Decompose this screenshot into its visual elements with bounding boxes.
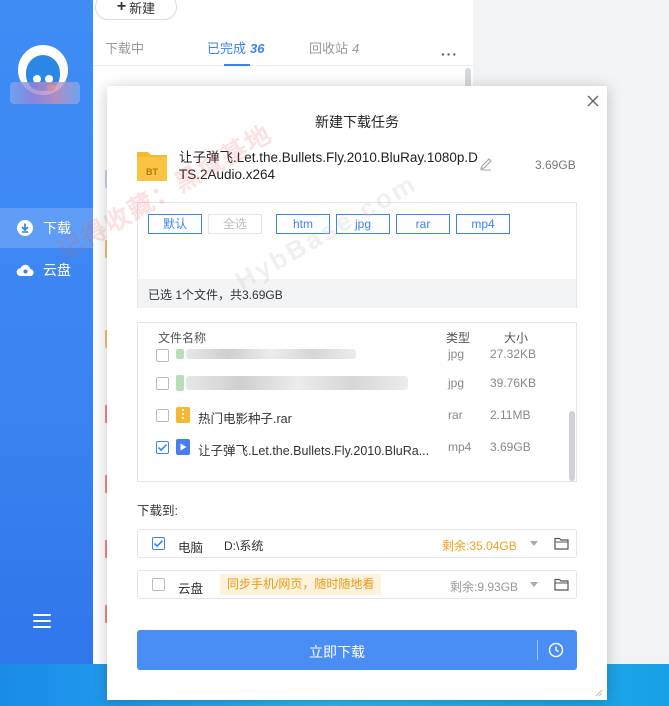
file-type: jpg bbox=[448, 376, 465, 390]
file-type: jpg bbox=[448, 347, 465, 361]
chevron-down-icon[interactable] bbox=[530, 582, 538, 587]
file-list-scrollbar[interactable] bbox=[569, 411, 575, 481]
tab-count: 36 bbox=[250, 41, 265, 56]
plus-icon: + bbox=[116, 0, 127, 15]
destination-checkbox[interactable] bbox=[152, 578, 165, 591]
blurred-file-name bbox=[186, 349, 356, 359]
tab-count: 4 bbox=[352, 41, 360, 56]
file-size: 39.76KB bbox=[490, 376, 537, 390]
file-row[interactable]: 让子弹飞.Let.the.Bullets.Fly.2010.BluRa... m… bbox=[138, 432, 568, 462]
tab-recycle-bin[interactable]: 回收站 4 bbox=[309, 38, 359, 57]
file-row[interactable]: jpg 39.76KB bbox=[138, 368, 568, 398]
video-file-icon bbox=[176, 439, 190, 455]
destination-path: D:\系统 bbox=[224, 539, 264, 553]
file-size: 3.69GB bbox=[490, 440, 531, 454]
tab-completed[interactable]: 已完成 36 bbox=[207, 38, 264, 57]
download-icon bbox=[16, 219, 34, 237]
image-file-icon bbox=[176, 349, 184, 359]
filter-default-button[interactable]: 默认 bbox=[148, 214, 202, 234]
free-space: 剩余:35.04GB bbox=[442, 539, 517, 553]
dialog-title: 新建下载任务 bbox=[315, 114, 399, 130]
sidebar: 下载 云盘 bbox=[0, 0, 93, 664]
file-name: 热门电影种子.rar bbox=[198, 412, 292, 426]
file-checkbox[interactable] bbox=[156, 349, 169, 362]
selection-status: 已选 1个文件，共3.69GB bbox=[138, 279, 576, 308]
tab-underline bbox=[224, 64, 250, 66]
file-name: 让子弹飞.Let.the.Bullets.Fly.2010.BluRa... bbox=[198, 444, 430, 458]
cloud-icon bbox=[16, 261, 34, 279]
file-list: 文件名称 类型 大小 jpg 27.32KB jpg 39.76KB 热门电影种… bbox=[137, 322, 577, 482]
resize-grip-icon[interactable] bbox=[594, 685, 603, 697]
download-to-label: 下载到: bbox=[137, 504, 178, 518]
menu-icon[interactable] bbox=[33, 614, 51, 628]
destination-cloud[interactable]: 云盘 同步手机/网页，随时随地看 剩余:9.93GB bbox=[137, 570, 577, 599]
file-row[interactable]: jpg 27.32KB bbox=[138, 337, 568, 367]
sync-promo-badge: 同步手机/网页，随时随地看 bbox=[220, 574, 382, 595]
blurred-file-name bbox=[186, 376, 408, 390]
more-icon[interactable]: ··· bbox=[441, 46, 458, 62]
file-checkbox-checked[interactable] bbox=[156, 441, 169, 454]
file-row[interactable]: 热门电影种子.rar rar 2.11MB bbox=[138, 400, 568, 430]
file-size: 2.11MB bbox=[490, 408, 531, 422]
image-file-icon bbox=[176, 375, 184, 391]
button-divider bbox=[537, 640, 538, 660]
filter-mp4-button[interactable]: mp4 bbox=[456, 214, 510, 234]
edit-icon[interactable] bbox=[479, 157, 493, 171]
tab-downloading[interactable]: 下载中 bbox=[105, 38, 144, 57]
file-size: 27.32KB bbox=[490, 347, 537, 361]
close-icon[interactable] bbox=[585, 93, 601, 109]
file-checkbox[interactable] bbox=[156, 409, 169, 422]
free-space: 剩余:9.93GB bbox=[450, 580, 519, 594]
chevron-down-icon[interactable] bbox=[530, 541, 538, 546]
file-checkbox[interactable] bbox=[156, 377, 169, 390]
destination-name: 电脑 bbox=[178, 541, 204, 555]
file-type: rar bbox=[448, 408, 463, 422]
tab-bar: 下载中 已完成 36 回收站 4 ··· bbox=[93, 28, 473, 66]
download-now-button[interactable]: 立即下载 bbox=[137, 630, 577, 670]
username-blurred bbox=[10, 82, 80, 104]
file-type: mp4 bbox=[448, 440, 472, 454]
destination-computer[interactable]: 电脑 D:\系统 剩余:35.04GB bbox=[137, 529, 577, 558]
folder-icon[interactable] bbox=[554, 537, 569, 550]
filter-rar-button[interactable]: rar bbox=[396, 214, 450, 234]
torrent-file-size: 3.69GB bbox=[535, 158, 576, 172]
folder-icon[interactable] bbox=[554, 578, 569, 591]
schedule-clock-icon[interactable] bbox=[548, 642, 564, 658]
archive-file-icon bbox=[176, 407, 190, 423]
destination-name: 云盘 bbox=[178, 582, 204, 596]
destination-checkbox-checked[interactable] bbox=[152, 537, 165, 550]
new-task-button[interactable]: + 新建 bbox=[95, 0, 177, 20]
filter-select-all-button[interactable]: 全选 bbox=[208, 214, 262, 234]
download-now-label: 立即下载 bbox=[309, 644, 365, 660]
